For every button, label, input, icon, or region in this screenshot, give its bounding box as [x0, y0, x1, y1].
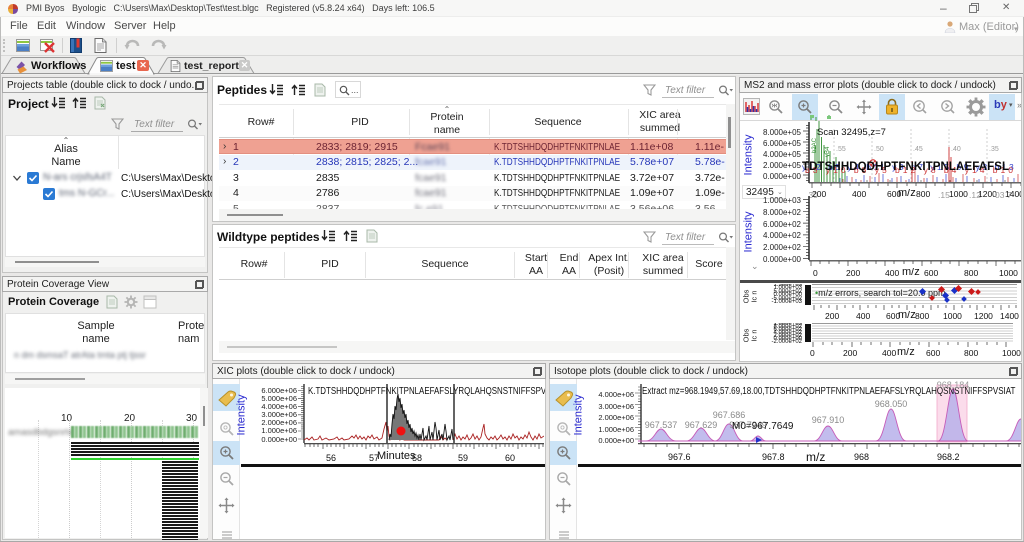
svg-text:.55: .55 [836, 146, 846, 153]
svg-text:.45: .45 [913, 146, 923, 153]
svg-text:.35: .35 [989, 146, 999, 153]
svg-text:.40: .40 [951, 146, 961, 153]
svg-text:b2AC: b2AC [812, 137, 818, 153]
svg-text:yB4: yB4 [825, 146, 831, 157]
svg-text:.50: .50 [874, 146, 884, 153]
